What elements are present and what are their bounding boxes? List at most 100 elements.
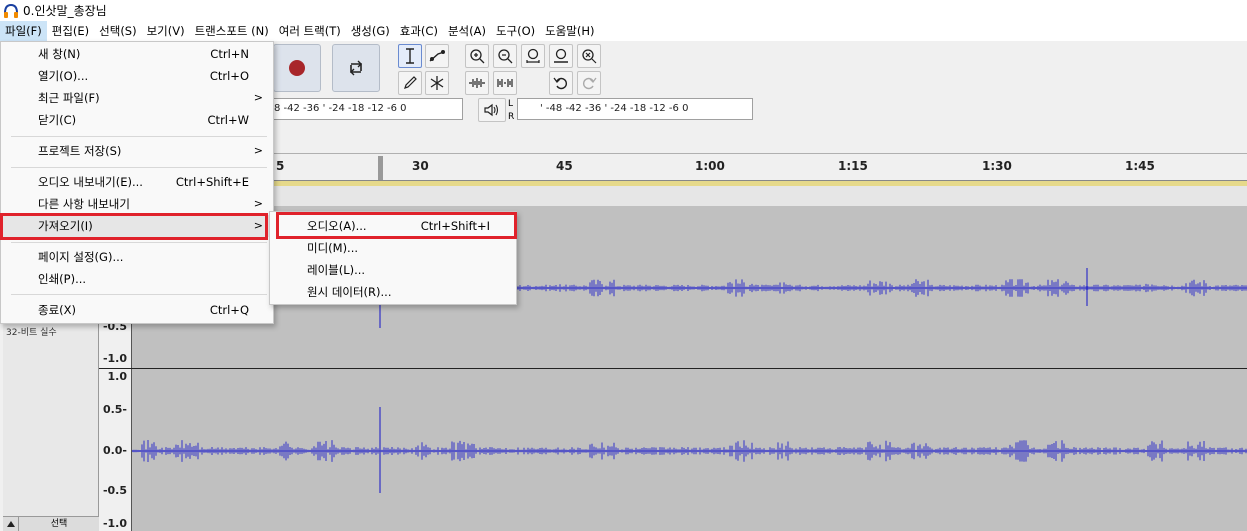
redo-button[interactable] <box>577 71 601 95</box>
menu-item-label: 프로젝트 저장(S) <box>38 144 122 158</box>
audacity-window: { "window": {"title": "0.인삿말_총장님"}, "men… <box>0 0 1247 531</box>
triangle-up-icon <box>6 521 15 527</box>
menu-item-shortcut: Ctrl+W <box>207 113 249 127</box>
menu-item-shortcut: Ctrl+N <box>210 47 249 61</box>
select-track-button[interactable]: 선택 <box>19 517 99 531</box>
menu-item-exit[interactable]: 종료(X) Ctrl+Q <box>1 299 273 321</box>
envelope-tool[interactable] <box>425 44 449 68</box>
trim-outside-button[interactable] <box>465 71 489 95</box>
menu-tracks[interactable]: 여러 트랙(T) <box>274 21 346 41</box>
zoom-toggle-icon <box>582 49 597 64</box>
menu-item-print[interactable]: 인쇄(P)... <box>1 268 273 290</box>
highlight-box-import <box>0 213 268 240</box>
menu-item-label: 인쇄(P)... <box>38 272 87 286</box>
fit-project-button[interactable] <box>549 44 573 68</box>
zoom-toggle-button[interactable] <box>577 44 601 68</box>
timeline-tick: 1:30 <box>982 159 1012 173</box>
trim-icon <box>469 78 485 88</box>
menu-bar: 파일(F) 편집(E) 선택(S) 보기(V) 트랜스포트 (N) 여러 트랙(… <box>0 21 1247 41</box>
pencil-icon <box>404 76 417 89</box>
submenu-arrow-icon: > <box>253 144 263 157</box>
title-bar: 0.인삿말_총장님 <box>0 0 1247 21</box>
menu-item-label: 미디(M)... <box>307 241 359 255</box>
timeline-tick: 30 <box>412 159 429 173</box>
record-meter-scale: 8 -42 -36 ' -24 -18 -12 -6 0 <box>274 103 407 114</box>
submenu-item-import-midi[interactable]: 미디(M)... <box>270 237 516 259</box>
sample-format-label: 32-비트 실수 <box>6 328 57 338</box>
menu-view[interactable]: 보기(V) <box>142 21 190 41</box>
record-meter[interactable]: 8 -42 -36 ' -24 -18 -12 -6 0 <box>272 98 463 120</box>
audacity-logo-icon <box>4 3 18 18</box>
redo-icon <box>583 77 597 90</box>
zoom-selection-icon <box>526 48 540 63</box>
loop-button[interactable] <box>332 44 380 92</box>
playback-volume-button[interactable] <box>478 98 506 122</box>
submenu-item-import-raw[interactable]: 원시 데이터(R)... <box>270 281 516 303</box>
menu-select[interactable]: 선택(S) <box>94 21 141 41</box>
undo-button[interactable] <box>549 71 573 95</box>
draw-tool[interactable] <box>398 71 422 95</box>
submenu-arrow-icon: > <box>253 197 263 210</box>
amp-label: -0.5 <box>102 484 127 497</box>
waveform-channel-right[interactable] <box>131 369 1247 531</box>
zoom-in-icon <box>470 49 485 64</box>
menu-item-label: 레이블(L)... <box>307 263 366 277</box>
timeline-tick: 1:00 <box>695 159 725 173</box>
timeline-tick: 45 <box>556 159 573 173</box>
zoom-out-icon <box>498 49 513 64</box>
menu-tools[interactable]: 도구(O) <box>491 21 540 41</box>
menu-item-save-project[interactable]: 프로젝트 저장(S) > <box>1 140 273 162</box>
amp-label: -1.0 <box>102 352 127 365</box>
menu-generate[interactable]: 생성(G) <box>346 21 395 41</box>
playhead-grabber[interactable] <box>378 156 383 182</box>
fit-selection-button[interactable] <box>521 44 545 68</box>
menu-item-shortcut: Ctrl+O <box>209 69 249 83</box>
menu-item-label: 페이지 설정(G)... <box>38 250 124 264</box>
submenu-arrow-icon: > <box>253 91 263 104</box>
timeline-tick: 1:15 <box>838 159 868 173</box>
collapse-button[interactable] <box>3 517 19 531</box>
menu-item-recent-files[interactable]: 최근 파일(F) > <box>1 87 273 109</box>
selection-tool[interactable] <box>398 44 422 68</box>
record-button[interactable] <box>273 44 321 92</box>
timeline-tick: 1:45 <box>1125 159 1155 173</box>
window-title: 0.인삿말_총장님 <box>23 4 107 18</box>
track-footer: 선택 <box>3 516 99 531</box>
zoom-out-button[interactable] <box>493 44 517 68</box>
menu-item-close[interactable]: 닫기(C) Ctrl+W <box>1 109 273 131</box>
menu-separator <box>11 242 267 243</box>
menu-file[interactable]: 파일(F) <box>0 21 47 41</box>
menu-item-page-setup[interactable]: 페이지 설정(G)... <box>1 246 273 268</box>
menu-item-label: 최근 파일(F) <box>38 91 100 105</box>
menu-effect[interactable]: 효과(C) <box>395 21 443 41</box>
submenu-item-import-labels[interactable]: 레이블(L)... <box>270 259 516 281</box>
menu-item-label: 원시 데이터(R)... <box>307 285 392 299</box>
silence-button[interactable] <box>493 71 517 95</box>
envelope-icon <box>429 50 445 62</box>
silence-icon <box>497 79 513 87</box>
amp-label: 0.5- <box>102 403 127 416</box>
zoom-in-button[interactable] <box>465 44 489 68</box>
menu-item-export-other[interactable]: 다른 사항 내보내기 > <box>1 193 273 215</box>
menu-item-new-window[interactable]: 새 창(N) Ctrl+N <box>1 43 273 65</box>
menu-item-label: 다른 사항 내보내기 <box>38 197 130 211</box>
meter-right-label: R <box>508 112 515 122</box>
menu-item-label: 새 창(N) <box>38 47 81 61</box>
multi-tool[interactable] <box>425 71 449 95</box>
menu-item-export-audio[interactable]: 오디오 내보내기(E)... Ctrl+Shift+E <box>1 171 273 193</box>
i-beam-icon <box>406 48 414 64</box>
asterisk-icon <box>430 76 444 90</box>
menu-analyze[interactable]: 분석(A) <box>443 21 491 41</box>
menu-edit[interactable]: 편집(E) <box>47 21 94 41</box>
amp-label: 0.0- <box>102 444 127 457</box>
menu-item-label: 오디오 내보내기(E)... <box>38 175 143 189</box>
amp-label: 1.0 <box>107 370 128 383</box>
menu-help[interactable]: 도움말(H) <box>540 21 599 41</box>
menu-transport[interactable]: 트랜스포트 (N) <box>190 21 274 41</box>
playback-meter[interactable]: ' -48 -42 -36 ' -24 -18 -12 -6 0 <box>517 98 753 120</box>
menu-item-shortcut: Ctrl+Shift+E <box>175 175 249 189</box>
playback-meter-scale: ' -48 -42 -36 ' -24 -18 -12 -6 0 <box>540 103 689 114</box>
zoom-fit-icon <box>554 48 568 63</box>
waveform-right-svg <box>131 407 1247 493</box>
menu-item-open[interactable]: 열기(O)... Ctrl+O <box>1 65 273 87</box>
